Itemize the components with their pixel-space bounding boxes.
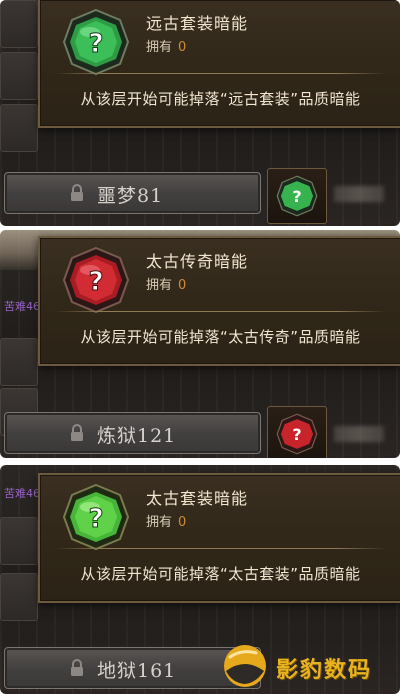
green-question-gem-icon: ? xyxy=(276,175,318,217)
divider xyxy=(54,311,387,312)
bg-row xyxy=(0,573,38,621)
watermark-logo: 影豹数码 xyxy=(218,641,398,693)
svg-text:?: ? xyxy=(292,425,301,444)
green-question-gem-icon: ? xyxy=(62,8,130,76)
svg-text:?: ? xyxy=(88,29,103,59)
watermark-text: 影豹数码 xyxy=(276,658,373,683)
owned-number: 0 xyxy=(178,40,187,55)
watermark-ball-icon xyxy=(224,645,266,687)
red-question-gem-icon: ? xyxy=(62,246,130,314)
lock-icon xyxy=(71,424,83,441)
panel-ancient-set: ? 远古套装暗能 拥有 0 从该层开始可能掉落“远古套装”品质暗能 噩梦81 ? xyxy=(0,0,400,226)
panel-primal-legendary: 苦难46 ? 太古传奇暗能 拥有 0 从该层开始可能掉落“太古传奇”品质暗能 炼狱… xyxy=(0,230,400,458)
floor-button[interactable]: 炼狱121 xyxy=(4,412,261,454)
bg-floor-text: 苦难46 xyxy=(4,487,40,500)
tooltip: ? 太古套装暗能 拥有 0 从该层开始可能掉落“太古套装”品质暗能 xyxy=(38,473,400,603)
svg-text:?: ? xyxy=(292,187,301,206)
bg-floor-text: 苦难46 xyxy=(4,300,40,313)
lock-icon xyxy=(71,184,83,201)
divider xyxy=(54,73,387,74)
reward-slot[interactable]: ? xyxy=(267,406,327,458)
owned-label: 拥有 xyxy=(146,40,173,55)
owned-number: 0 xyxy=(178,515,187,530)
svg-text:?: ? xyxy=(88,504,103,534)
tooltip: ? 远古套装暗能 拥有 0 从该层开始可能掉落“远古套装”品质暗能 xyxy=(38,0,400,128)
divider xyxy=(54,548,387,549)
green-question-gem-icon: ? xyxy=(62,483,130,551)
owned-count: 拥有 0 xyxy=(146,274,186,293)
bg-row xyxy=(0,104,38,152)
floor-label: 炼狱121 xyxy=(97,425,177,447)
reward-slot[interactable]: ? xyxy=(267,168,327,224)
tooltip-description: 从该层开始可能掉落“远古套装”品质暗能 xyxy=(80,90,361,108)
owned-count: 拥有 0 xyxy=(146,36,186,55)
blurred-text xyxy=(334,186,384,202)
owned-count: 拥有 0 xyxy=(146,511,186,530)
tooltip: ? 太古传奇暗能 拥有 0 从该层开始可能掉落“太古传奇”品质暗能 xyxy=(38,236,400,366)
tooltip-title: 太古套装暗能 xyxy=(146,489,249,508)
owned-label: 拥有 xyxy=(146,515,173,530)
bg-row xyxy=(0,517,38,565)
blurred-text xyxy=(334,426,384,442)
owned-number: 0 xyxy=(178,278,187,293)
tooltip-title: 太古传奇暗能 xyxy=(146,252,249,271)
floor-button[interactable]: 噩梦81 xyxy=(4,172,261,214)
floor-label: 噩梦81 xyxy=(97,185,164,207)
owned-label: 拥有 xyxy=(146,278,173,293)
red-question-gem-icon: ? xyxy=(276,413,318,455)
floor-label: 地狱161 xyxy=(97,660,177,682)
bg-row xyxy=(0,52,38,100)
tooltip-title: 远古套装暗能 xyxy=(146,14,249,33)
bg-row xyxy=(0,338,38,386)
tooltip-description: 从该层开始可能掉落“太古套装”品质暗能 xyxy=(80,565,361,583)
bg-row xyxy=(0,0,38,48)
lock-icon xyxy=(71,659,83,676)
tooltip-description: 从该层开始可能掉落“太古传奇”品质暗能 xyxy=(80,328,361,346)
svg-text:?: ? xyxy=(88,267,103,297)
